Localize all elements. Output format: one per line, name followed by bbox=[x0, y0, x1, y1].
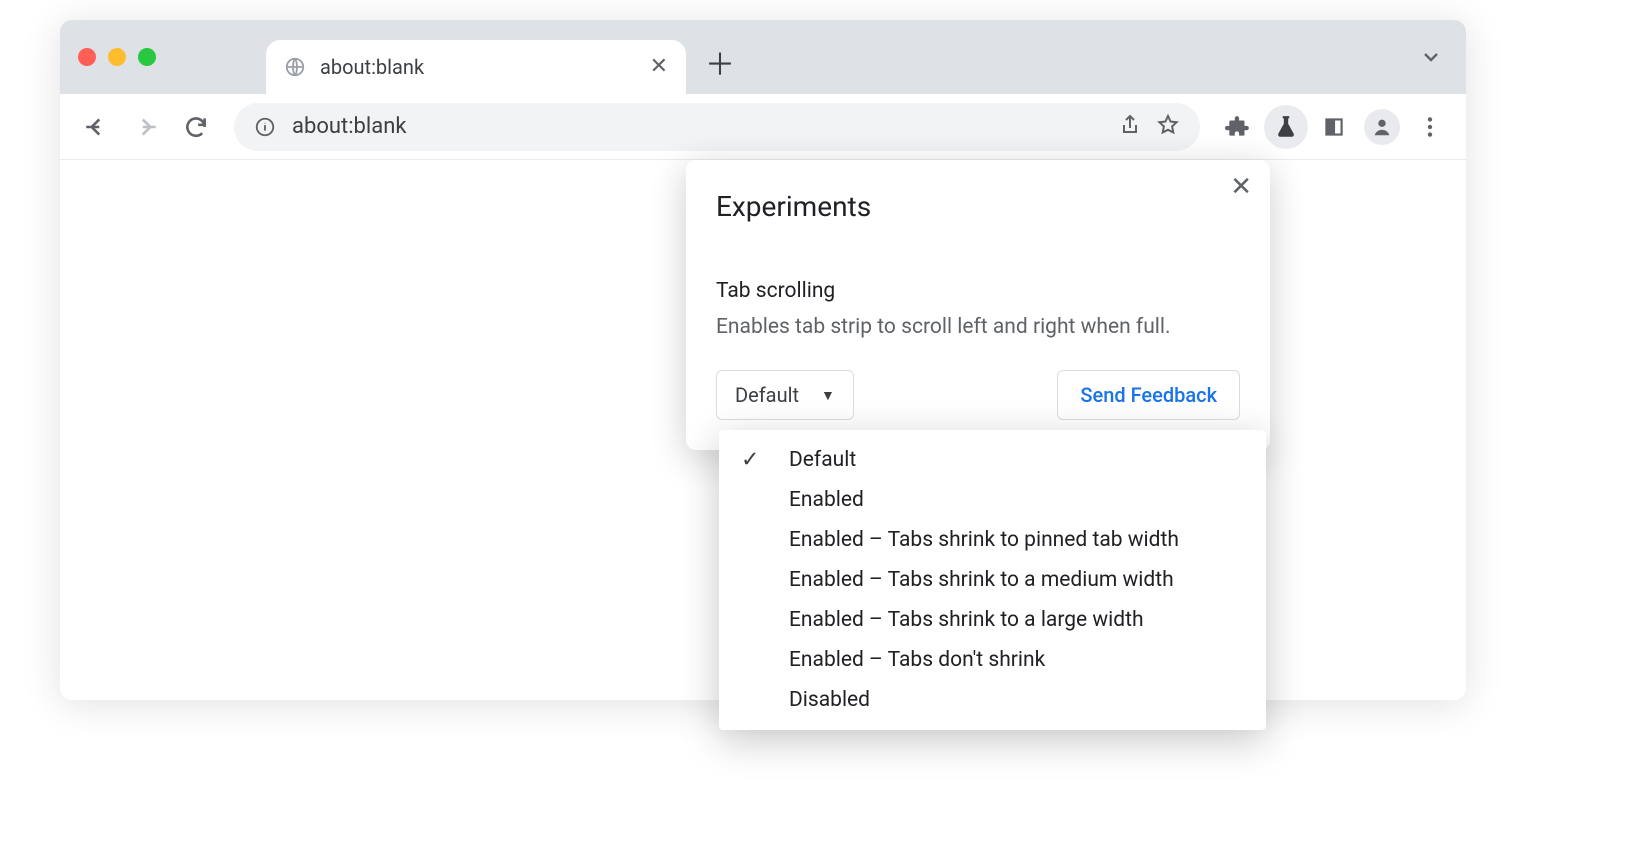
tab-strip: about:blank ✕ ＋ bbox=[60, 20, 1466, 94]
dropdown-option[interactable]: Disabled bbox=[719, 680, 1266, 720]
side-panel-button[interactable] bbox=[1312, 105, 1356, 149]
check-icon: ✓ bbox=[741, 448, 759, 473]
dropdown-option[interactable]: Enabled bbox=[719, 480, 1266, 520]
forward-button[interactable] bbox=[124, 105, 168, 149]
window-controls bbox=[78, 48, 156, 66]
experiments-flask-button[interactable] bbox=[1264, 105, 1308, 149]
bookmark-star-icon[interactable] bbox=[1156, 113, 1180, 141]
dropdown-option-label: Enabled bbox=[789, 488, 864, 512]
experiment-dropdown-menu: ✓ Default Enabled Enabled – Tabs shrink to … bbox=[719, 430, 1266, 730]
experiment-name: Tab scrolling bbox=[716, 279, 1240, 303]
browser-window: about:blank ✕ ＋ about:blank bbox=[60, 20, 1466, 700]
share-icon[interactable] bbox=[1118, 113, 1142, 141]
dropdown-option-label: Enabled – Tabs shrink to pinned tab widt… bbox=[789, 528, 1179, 552]
toolbar: about:blank bbox=[60, 94, 1466, 160]
maximize-window-button[interactable] bbox=[138, 48, 156, 66]
dropdown-option-label: Enabled – Tabs don't shrink bbox=[789, 648, 1045, 672]
dropdown-option[interactable]: Enabled – Tabs shrink to a medium width bbox=[719, 560, 1266, 600]
new-tab-button[interactable]: ＋ bbox=[700, 46, 740, 86]
popover-title: Experiments bbox=[716, 190, 1240, 223]
browser-tab[interactable]: about:blank ✕ bbox=[266, 40, 686, 94]
minimize-window-button[interactable] bbox=[108, 48, 126, 66]
dropdown-option[interactable]: ✓ Default bbox=[719, 440, 1266, 480]
back-button[interactable] bbox=[74, 105, 118, 149]
select-value: Default bbox=[735, 383, 799, 407]
tab-title: about:blank bbox=[320, 55, 636, 79]
dropdown-option-label: Enabled – Tabs shrink to a medium width bbox=[789, 568, 1174, 592]
avatar bbox=[1364, 109, 1400, 145]
globe-icon bbox=[284, 56, 306, 78]
site-info-icon[interactable] bbox=[254, 116, 276, 138]
extensions-button[interactable] bbox=[1216, 105, 1260, 149]
experiments-popover: ✕ Experiments Tab scrolling Enables tab … bbox=[686, 160, 1270, 450]
tab-search-button[interactable] bbox=[1414, 40, 1448, 74]
send-feedback-button[interactable]: Send Feedback bbox=[1057, 370, 1240, 420]
address-bar[interactable]: about:blank bbox=[234, 103, 1200, 151]
reload-button[interactable] bbox=[174, 105, 218, 149]
dropdown-option[interactable]: Enabled – Tabs shrink to a large width bbox=[719, 600, 1266, 640]
close-tab-button[interactable]: ✕ bbox=[650, 56, 668, 78]
close-window-button[interactable] bbox=[78, 48, 96, 66]
dropdown-option-label: Enabled – Tabs shrink to a large width bbox=[789, 608, 1144, 632]
dropdown-option-label: Default bbox=[789, 448, 856, 472]
menu-button[interactable] bbox=[1408, 105, 1452, 149]
dropdown-option-label: Disabled bbox=[789, 688, 870, 712]
dropdown-option[interactable]: Enabled – Tabs don't shrink bbox=[719, 640, 1266, 680]
caret-down-icon: ▼ bbox=[821, 387, 835, 404]
close-popover-button[interactable]: ✕ bbox=[1230, 174, 1252, 200]
dropdown-option[interactable]: Enabled – Tabs shrink to pinned tab widt… bbox=[719, 520, 1266, 560]
experiment-select[interactable]: Default ▼ bbox=[716, 370, 854, 420]
url-text: about:blank bbox=[292, 114, 1102, 139]
profile-button[interactable] bbox=[1360, 105, 1404, 149]
experiment-description: Enables tab strip to scroll left and rig… bbox=[716, 313, 1240, 342]
